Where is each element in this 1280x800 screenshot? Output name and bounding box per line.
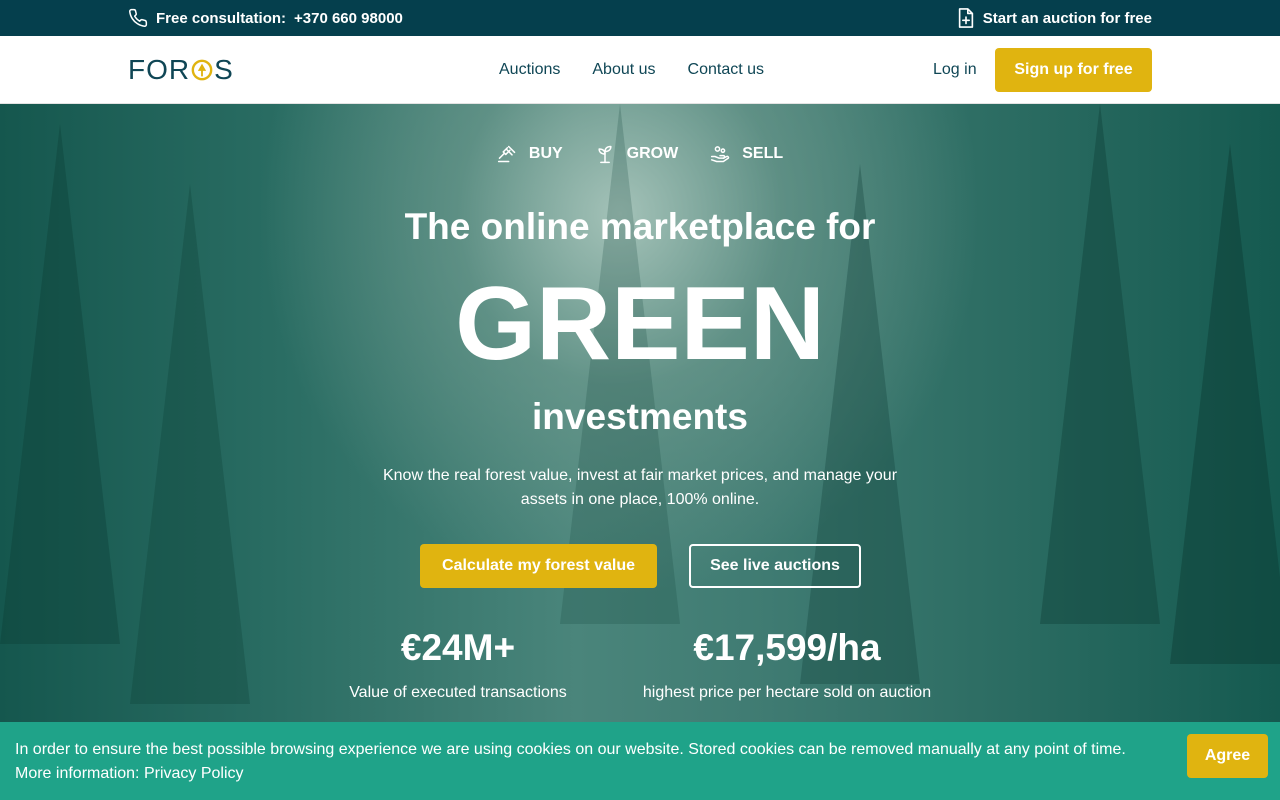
stat-transactions-value: €24M+	[400, 627, 516, 668]
consultation-label: Free consultation:	[156, 9, 287, 27]
pillar-buy-label: BUY	[528, 145, 563, 162]
stat-price-per-hectare: €17,599/ha highest price per hectare sol…	[617, 624, 957, 702]
cookie-banner: In order to ensure the best possible bro…	[0, 722, 1280, 800]
consultation-contact[interactable]: Free consultation: +370 660 98000	[128, 0, 403, 36]
sprout-icon	[598, 145, 612, 164]
stat-transactions-label: Value of executed transactions	[349, 684, 567, 701]
document-plus-icon	[958, 8, 973, 28]
primary-nav: Auctions About us Contact us	[499, 36, 796, 104]
hero-heading-line1: The online marketplace for	[404, 206, 876, 247]
phone-icon	[129, 8, 148, 27]
cookie-message: In order to ensure the best possible bro…	[15, 741, 1126, 782]
hero-heading-green: GREEN	[455, 266, 825, 382]
hero-section: BUY GROW SELL The online marketplace for…	[0, 104, 1280, 800]
nav-about-us[interactable]: About us	[592, 61, 655, 79]
foros-logo[interactable]: FOR S	[128, 54, 234, 85]
logo-text-s: S	[214, 54, 234, 85]
hero-subtitle: Know the real forest value, invest at fa…	[382, 467, 898, 508]
background-tree	[0, 124, 120, 644]
pillar-row: BUY GROW SELL	[0, 144, 1280, 164]
start-auction-label: Start an auction for free	[982, 9, 1152, 27]
background-tree	[130, 184, 250, 704]
pillar-buy: BUY	[497, 144, 563, 164]
signup-button[interactable]: Sign up for free	[995, 48, 1152, 92]
nav-contact-us[interactable]: Contact us	[688, 61, 764, 79]
logo-text-fo: FOR	[128, 54, 191, 85]
stat-price-value: €17,599/ha	[693, 627, 881, 668]
pillar-sell: SELL	[710, 144, 783, 164]
hero-heading-line3: investments	[532, 396, 748, 437]
gavel-icon	[497, 145, 516, 163]
pillar-grow-label: GROW	[626, 145, 679, 162]
pillar-grow: GROW	[595, 144, 679, 164]
nav-auctions[interactable]: Auctions	[499, 61, 560, 79]
tree-logo-icon	[191, 59, 213, 81]
see-live-auctions-button[interactable]: See live auctions	[689, 544, 861, 588]
top-info-bar: Free consultation: +370 660 98000 Start …	[0, 0, 1280, 36]
cookie-agree-button[interactable]: Agree	[1187, 734, 1268, 778]
stat-transactions: €24M+ Value of executed transactions	[328, 624, 588, 702]
main-navbar: FOR S Auctions About us Contact us Log i…	[0, 36, 1280, 104]
login-link[interactable]: Log in	[933, 36, 977, 104]
phone-number[interactable]: +370 660 98000	[294, 10, 403, 27]
hand-coins-icon	[711, 146, 730, 163]
start-auction-link[interactable]: Start an auction for free	[957, 0, 1152, 36]
stat-price-label: highest price per hectare sold on auctio…	[642, 684, 932, 701]
calculate-forest-value-button[interactable]: Calculate my forest value	[420, 544, 657, 588]
pillar-sell-label: SELL	[742, 145, 784, 162]
